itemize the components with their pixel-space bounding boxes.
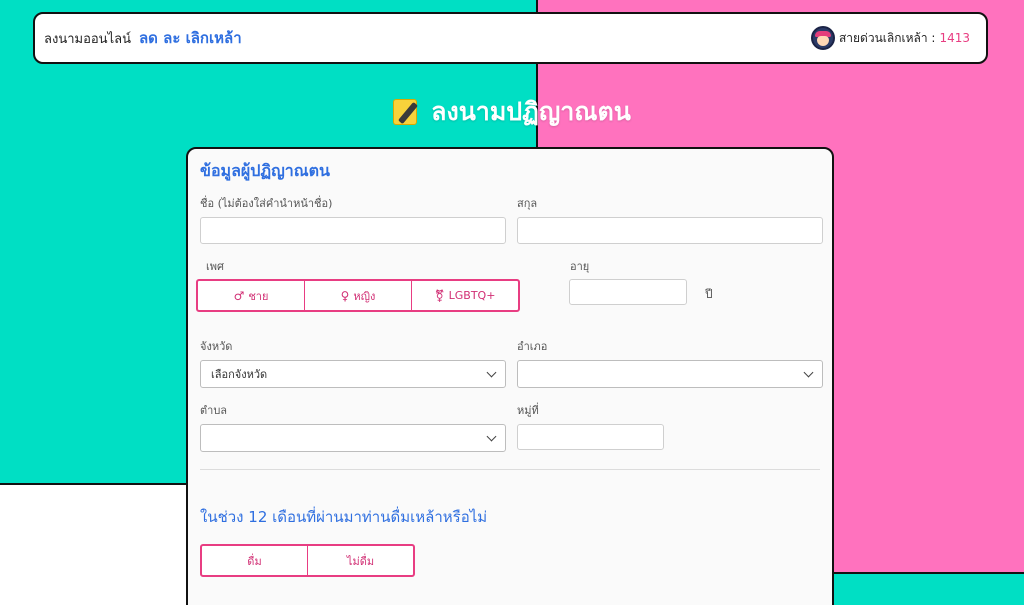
section-divider — [200, 469, 820, 470]
hotline: สายด่วนเลิกเหล้า : 1413 — [810, 26, 970, 50]
brand-accent-text: ลด ละ เลิกเหล้า — [138, 29, 242, 47]
background-teal-corner — [832, 574, 1024, 605]
age-input[interactable] — [569, 279, 687, 305]
brand[interactable]: ลงนามออนไลน์ ลด ละ เลิกเหล้า — [44, 26, 242, 50]
village-input[interactable] — [517, 424, 664, 450]
page-heading: ลงนามปฏิญาณตน — [0, 92, 1024, 132]
drinking-selector: ดื่ม ไม่ดื่ม — [200, 544, 415, 577]
page-title: ลงนามปฏิญาณตน — [431, 97, 631, 126]
first-name-label: ชื่อ (ไม่ต้องใส่คำนำหน้าชื่อ) — [200, 197, 333, 210]
province-label: จังหวัด — [200, 340, 233, 353]
province-select-value: เลือกจังหวัด — [211, 368, 268, 381]
gender-option-label: LGBTQ+ — [448, 289, 496, 302]
drink-option-yes[interactable]: ดื่ม — [202, 546, 308, 575]
subdistrict-label: ตำบล — [200, 404, 228, 417]
drinking-question-title: ในช่วง 12 เดือนที่ผ่านมาท่านดื่มเหล้าหรื… — [200, 508, 488, 526]
district-label: อำเภอ — [517, 340, 548, 353]
hotline-number: 1413 — [939, 31, 970, 45]
village-label: หมู่ที่ — [517, 404, 539, 417]
gender-option-lgbtq[interactable]: ⚧ LGBTQ+ — [412, 281, 518, 310]
top-navbar: ลงนามออนไลน์ ลด ละ เลิกเหล้า สายด่วนเลิก… — [33, 12, 988, 64]
age-unit: ปี — [705, 287, 713, 301]
chevron-down-icon — [803, 367, 814, 377]
memo-icon — [393, 97, 423, 127]
signup-form-card: ข้อมูลผู้ปฏิญาณตน ชื่อ (ไม่ต้องใส่คำนำหน… — [186, 147, 834, 605]
gender-selector: ♂ ชาย ♀ หญิง ⚧ LGBTQ+ — [196, 279, 520, 312]
chevron-down-icon — [486, 367, 497, 377]
age-label: อายุ — [570, 260, 590, 273]
brand-main-text: ลงนามออนไลน์ — [44, 32, 131, 47]
province-select[interactable]: เลือกจังหวัด — [200, 360, 506, 388]
last-name-label: สกุล — [517, 197, 538, 210]
male-icon: ♂ — [233, 288, 245, 303]
female-icon: ♀ — [340, 288, 350, 303]
last-name-input[interactable] — [517, 217, 823, 244]
gender-option-label: หญิง — [353, 289, 376, 303]
gender-option-female[interactable]: ♀ หญิง — [305, 281, 412, 310]
first-name-input[interactable] — [200, 217, 506, 244]
chevron-down-icon — [486, 431, 497, 441]
transgender-icon: ⚧ — [434, 288, 445, 303]
hotline-label: สายด่วนเลิกเหล้า : — [838, 30, 936, 45]
drink-option-no[interactable]: ไม่ดื่ม — [308, 546, 413, 575]
section-title-personal: ข้อมูลผู้ปฏิญาณตน — [200, 161, 330, 180]
subdistrict-select[interactable] — [200, 424, 506, 452]
avatar-icon — [810, 26, 835, 50]
gender-label: เพศ — [206, 260, 224, 273]
gender-option-label: ชาย — [248, 289, 269, 303]
district-select[interactable] — [517, 360, 823, 388]
gender-option-male[interactable]: ♂ ชาย — [198, 281, 305, 310]
